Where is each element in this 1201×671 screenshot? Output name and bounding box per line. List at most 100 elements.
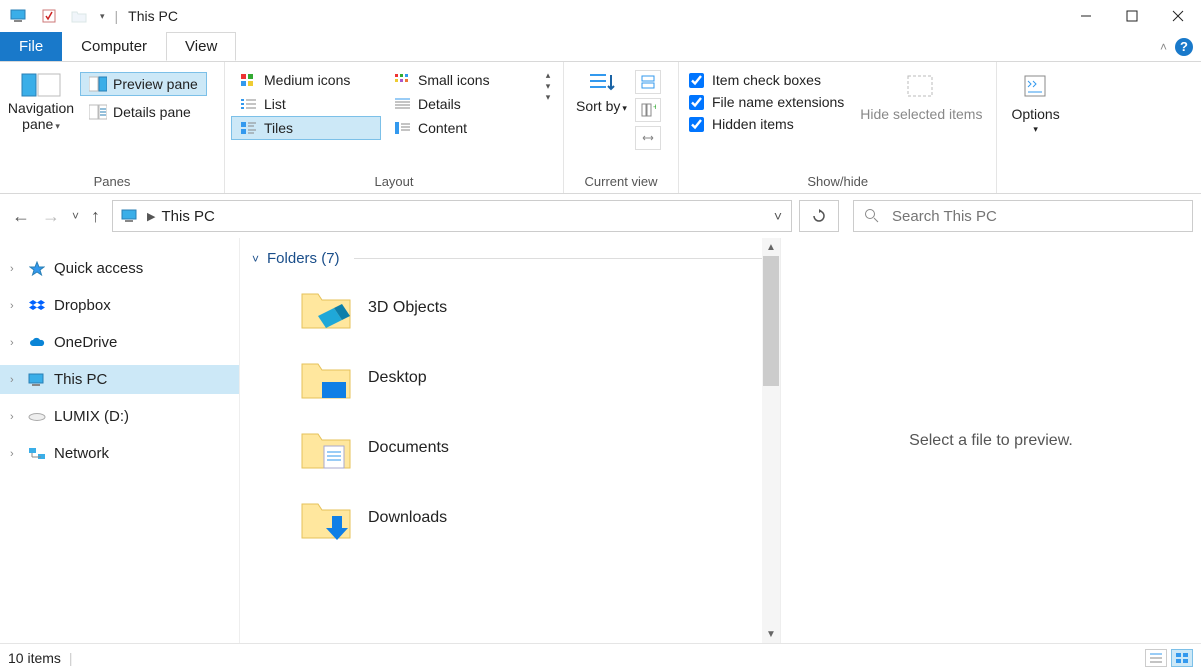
layout-more[interactable]: ▴▾▾ — [539, 66, 557, 107]
search-box[interactable] — [853, 200, 1193, 232]
layout-small-icons[interactable]: Small icons — [385, 68, 535, 92]
details-view-toggle[interactable] — [1145, 649, 1167, 667]
address-dropdown-icon[interactable]: ˅ — [765, 208, 791, 224]
navigation-pane-button[interactable]: Navigation pane▾ — [6, 66, 76, 132]
refresh-button[interactable] — [799, 200, 839, 232]
details-pane-label: Details pane — [113, 104, 191, 120]
window-title: This PC — [128, 8, 178, 24]
ribbon-group-layout: Medium icons Small icons List Details Ti… — [225, 62, 564, 193]
folder-documents-icon — [298, 423, 354, 473]
scroll-thumb[interactable] — [763, 256, 779, 386]
tiles-view-toggle[interactable] — [1171, 649, 1193, 667]
drive-icon — [28, 409, 46, 425]
status-bar: 10 items | — [0, 643, 1201, 671]
hide-selected-button[interactable]: Hide selected items — [852, 66, 990, 122]
breadcrumb-this-pc[interactable]: This PC — [155, 208, 220, 225]
tile-label: Documents — [368, 439, 449, 457]
maximize-button[interactable] — [1109, 0, 1155, 32]
back-button[interactable]: ← — [12, 206, 30, 227]
cloud-icon — [28, 335, 46, 351]
ribbon: Navigation pane▾ Preview pane Details pa… — [0, 62, 1201, 194]
layout-tiles[interactable]: Tiles — [231, 116, 381, 140]
status-item-count: 10 items — [8, 650, 61, 666]
title-bar: ▾ | This PC — [0, 0, 1201, 32]
item-check-boxes-checkbox[interactable]: Item check boxes — [689, 72, 844, 88]
main-area: ›Quick access ›Dropbox ›OneDrive ›This P… — [0, 238, 1201, 643]
showhide-group-label: Show/hide — [685, 172, 990, 193]
tree-lumix[interactable]: ›LUMIX (D:) — [0, 402, 239, 431]
tile-desktop[interactable]: Desktop — [248, 343, 780, 413]
hidden-items-checkbox[interactable]: Hidden items — [689, 116, 844, 132]
tab-view[interactable]: View — [166, 32, 236, 61]
tree-onedrive[interactable]: ›OneDrive — [0, 328, 239, 357]
layout-content[interactable]: Content — [385, 116, 535, 140]
tile-label: 3D Objects — [368, 299, 447, 317]
network-icon — [28, 446, 46, 462]
search-input[interactable] — [892, 208, 1182, 225]
ribbon-group-options: Options ▾ — [997, 62, 1073, 193]
ribbon-group-panes: Navigation pane▾ Preview pane Details pa… — [0, 62, 225, 193]
layout-group-label: Layout — [231, 172, 557, 193]
filename-extensions-checkbox[interactable]: File name extensions — [689, 94, 844, 110]
layout-details[interactable]: Details — [385, 92, 535, 116]
tab-file[interactable]: File — [0, 32, 62, 61]
layout-medium-icons[interactable]: Medium icons — [231, 68, 381, 92]
up-button[interactable]: ↑ — [91, 206, 100, 227]
breadcrumb-sep-icon[interactable]: ▶ — [147, 210, 155, 223]
currentview-group-label: Current view — [570, 172, 672, 193]
size-columns-button[interactable] — [635, 126, 661, 150]
tile-documents[interactable]: Documents — [248, 413, 780, 483]
folder-desktop-icon — [298, 353, 354, 403]
details-pane-button[interactable]: Details pane — [80, 100, 207, 124]
quick-access-toolbar: ▾ — [0, 7, 111, 25]
folder-downloads-icon — [298, 493, 354, 543]
address-bar[interactable]: ▶ This PC ˅ — [112, 200, 792, 232]
forward-button[interactable]: → — [42, 206, 60, 227]
search-icon — [864, 208, 880, 224]
qat-dropdown-icon[interactable]: ▾ — [100, 11, 105, 22]
preview-pane-button[interactable]: Preview pane — [80, 72, 207, 96]
preview-pane: Select a file to preview. — [780, 238, 1201, 643]
address-pc-icon — [113, 209, 147, 223]
pc-icon — [28, 372, 46, 388]
titlebar-separator: | — [115, 8, 119, 24]
recent-locations-button[interactable]: ˅ — [72, 209, 79, 223]
tile-3d-objects[interactable]: 3D Objects — [248, 273, 780, 343]
pc-icon — [10, 7, 28, 25]
add-columns-button[interactable]: + — [635, 98, 661, 122]
tile-downloads[interactable]: Downloads — [248, 483, 780, 553]
help-icon[interactable]: ? — [1175, 38, 1193, 56]
vertical-scrollbar[interactable]: ▲ ▼ — [762, 238, 780, 643]
window-controls — [1063, 0, 1201, 32]
tree-quick-access[interactable]: ›Quick access — [0, 254, 239, 283]
tile-label: Downloads — [368, 509, 447, 527]
close-button[interactable] — [1155, 0, 1201, 32]
sort-by-button[interactable]: Sort by▾ — [570, 66, 633, 114]
properties-icon[interactable] — [40, 7, 58, 25]
folder-3d-icon — [298, 283, 354, 333]
chevron-down-icon: ˅ — [252, 252, 259, 266]
navigation-pane-label: Navigation pane — [8, 100, 74, 132]
preview-empty-text: Select a file to preview. — [909, 432, 1073, 450]
tab-computer[interactable]: Computer — [62, 32, 166, 61]
collapse-ribbon-icon[interactable]: ˄ — [1160, 40, 1167, 54]
tree-network[interactable]: ›Network — [0, 439, 239, 468]
dropbox-icon — [28, 298, 46, 314]
folders-section-header[interactable]: ˅ Folders (7) — [248, 248, 780, 273]
ribbon-tabs: File Computer View ˄ ? — [0, 32, 1201, 62]
navigation-tree: ›Quick access ›Dropbox ›OneDrive ›This P… — [0, 238, 240, 643]
layout-list[interactable]: List — [231, 92, 381, 116]
ribbon-group-current-view: Sort by▾ + Current view — [564, 62, 679, 193]
preview-pane-label: Preview pane — [113, 76, 198, 92]
tree-dropbox[interactable]: ›Dropbox — [0, 291, 239, 320]
tree-this-pc[interactable]: ›This PC — [0, 365, 239, 394]
group-by-button[interactable] — [635, 70, 661, 94]
options-button[interactable]: Options ▾ — [1003, 66, 1067, 135]
new-folder-icon[interactable] — [70, 7, 88, 25]
panes-group-label: Panes — [6, 172, 218, 193]
scro震-up-icon[interactable]: ▲ — [762, 238, 780, 256]
star-icon — [28, 261, 46, 277]
minimize-button[interactable] — [1063, 0, 1109, 32]
tile-label: Desktop — [368, 369, 427, 387]
scroll-down-icon[interactable]: ▼ — [762, 625, 780, 643]
